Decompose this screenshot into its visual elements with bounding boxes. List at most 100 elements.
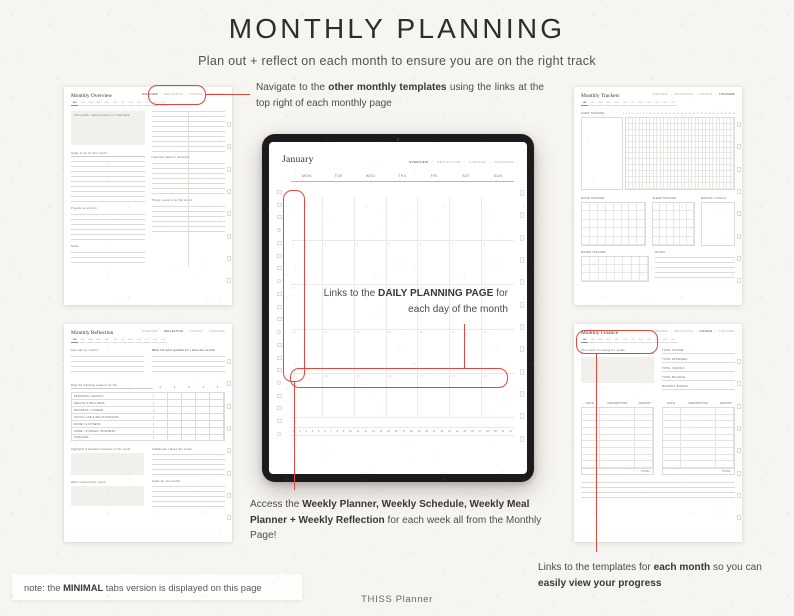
day-link-6[interactable]: 6 [324,430,325,433]
grid-cell[interactable] [613,236,622,245]
grid-cell[interactable] [606,265,616,273]
day-link-2[interactable]: 2 [299,430,300,433]
weekly-tab-3-4[interactable] [277,330,281,335]
grid-cell[interactable] [687,203,694,212]
grid-cell[interactable] [582,211,590,220]
habit-names-column[interactable] [581,117,623,190]
write-line[interactable] [655,277,735,278]
side-tab[interactable] [737,381,741,387]
rating-cell[interactable] [182,407,196,413]
table-cell[interactable] [680,421,717,428]
mood-tracker-grid[interactable] [581,202,647,246]
table-cell[interactable] [680,408,717,415]
calendar-cell[interactable] [291,197,323,242]
grid-cell[interactable] [680,228,688,237]
nav-link-reflection[interactable]: REFLECTION [164,93,183,96]
month-tab-apr[interactable]: APR [605,102,613,106]
grid-cell[interactable] [623,273,632,281]
grid-cell[interactable] [687,236,694,245]
rating-cell[interactable] [168,393,182,399]
month-tab-mar[interactable]: MAR [597,102,605,106]
grid-cell[interactable] [621,228,630,237]
rating-cell[interactable] [196,421,210,427]
grid-cell[interactable] [597,211,606,220]
grid-cell[interactable] [615,265,624,273]
write-line[interactable] [655,257,735,258]
write-line[interactable] [581,482,735,483]
side-tab[interactable] [227,492,231,498]
write-line[interactable] [581,487,735,488]
table-cell[interactable] [716,461,734,468]
side-tab[interactable] [227,255,231,261]
table-cell[interactable] [716,408,734,415]
grid-cell[interactable] [673,203,681,212]
grid-cell[interactable] [639,257,649,265]
nav-link-overview[interactable]: OVERVIEW [652,93,668,96]
month-tab-jul[interactable]: JUL [119,102,127,106]
month-side-tab-2[interactable] [519,212,524,219]
table-cell[interactable] [680,427,717,435]
month-side-tab-8[interactable] [519,346,524,353]
preview-monthly-finance[interactable]: Monthly Finance OVERVIEW | REFLECTION | … [574,324,742,542]
month-tab-may[interactable]: MAY [103,339,111,343]
habit-grid[interactable] [625,117,735,190]
month-tab-jan[interactable]: JAN [71,102,79,106]
side-tab[interactable] [227,358,231,364]
grid-cell[interactable] [590,273,599,281]
side-tab[interactable] [737,121,741,127]
rating-cell[interactable] [168,435,182,440]
preview-monthly-trackers[interactable]: Monthly Trackers OVERVIEW | REFLECTION |… [574,87,742,305]
calendar-cell[interactable]: 29 [482,374,514,418]
finance-summary-field[interactable]: TOTAL INCOME [662,349,735,354]
write-line[interactable] [71,176,145,177]
write-line[interactable] [581,492,735,493]
nav-link-finance[interactable]: FINANCE [190,93,203,96]
grid-cell[interactable] [687,211,694,220]
grid-cell[interactable] [589,228,598,237]
grid-cell[interactable] [680,236,688,245]
nav-link-finance[interactable]: FINANCE [469,160,485,164]
rating-cell[interactable] [210,435,224,440]
page-side-tabs[interactable] [227,113,231,292]
day-link-12[interactable]: 12 [364,430,367,433]
side-tab[interactable] [227,381,231,387]
grid-cell[interactable] [597,228,606,237]
grid-cell[interactable] [589,203,598,212]
calendar-cell[interactable] [386,197,419,242]
grid-cell[interactable] [621,203,630,212]
write-line[interactable] [71,223,145,224]
grid-cell[interactable] [660,219,667,229]
day-link-27[interactable]: 27 [479,430,482,433]
grid-cell[interactable] [621,236,630,245]
write-line[interactable] [71,181,145,182]
month-tab-jan[interactable]: JAN [581,339,589,343]
grid-cell[interactable] [582,265,591,273]
table-cell[interactable] [716,447,734,455]
month-side-tab-12[interactable] [519,435,524,442]
side-tab[interactable] [737,515,741,521]
nav-link-overview[interactable]: OVERVIEW [409,160,429,164]
grid-cell[interactable] [590,265,599,273]
table-cell[interactable] [663,421,681,428]
month-tabs[interactable]: JAN FEB MAR APR MAY JUN JUL AUG SEP OCT NOV DEC [581,102,677,106]
calendar-cell[interactable]: 22 [482,330,514,374]
table-cell[interactable] [635,414,653,422]
weekly-tab-1-3[interactable] [276,215,282,220]
rating-row[interactable]: MONEY & FITNESS [71,420,225,427]
month-tab-mar[interactable]: MAR [597,339,605,343]
month-tab-dec[interactable]: DEC [669,102,677,106]
table-cell[interactable] [680,434,717,442]
rating-cell[interactable] [154,435,168,440]
write-line[interactable] [152,371,225,372]
rating-cell[interactable] [168,407,182,413]
side-tab[interactable] [227,448,231,454]
weekly-tab-3-1[interactable] [276,291,282,296]
write-line[interactable] [71,186,145,187]
month-side-tab-5[interactable] [519,279,524,286]
grid-cell[interactable] [582,236,590,245]
write-line[interactable] [71,201,145,202]
side-tab[interactable] [737,358,741,364]
rating-cell[interactable] [168,428,182,434]
side-tab[interactable] [737,144,741,150]
side-tab[interactable] [737,211,741,217]
